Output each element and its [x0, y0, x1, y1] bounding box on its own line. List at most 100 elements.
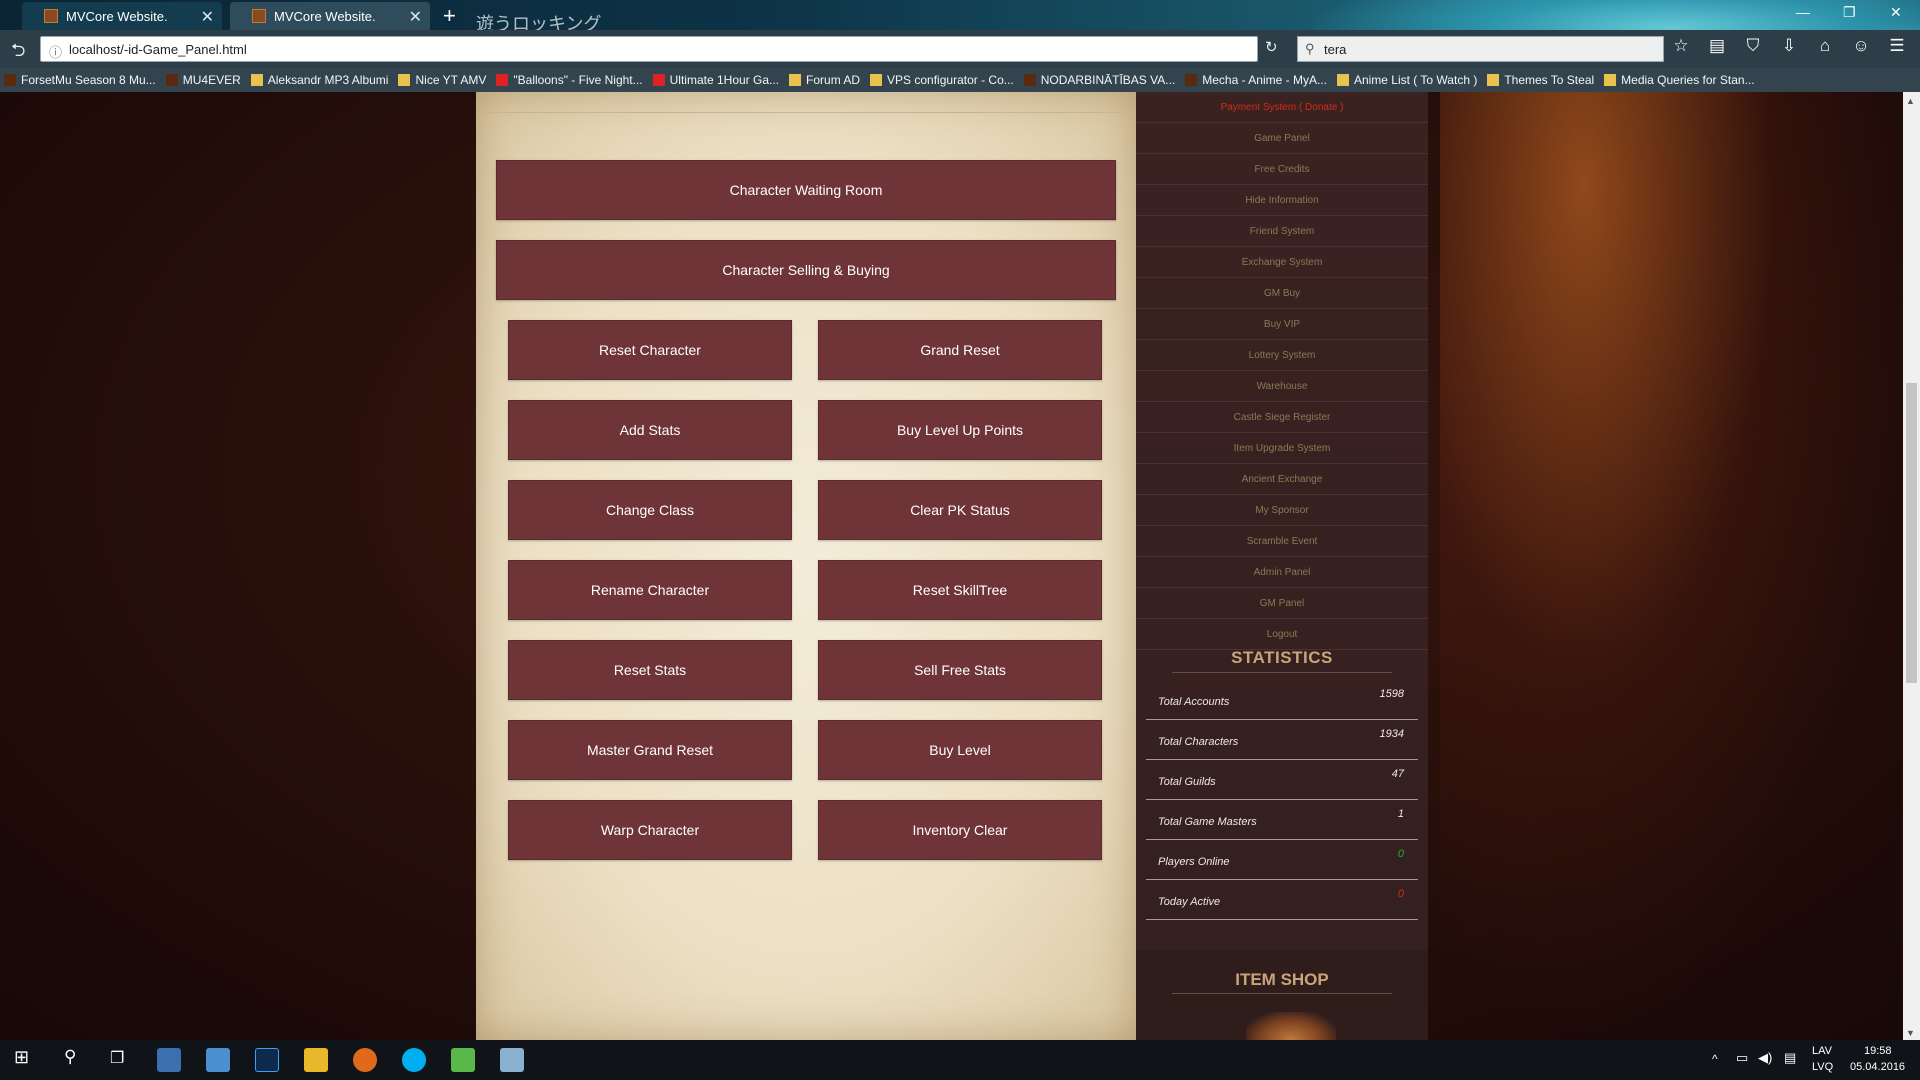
url-bar[interactable]: ⓘ localhost/-id-Game_Panel.html — [40, 36, 1258, 62]
new-tab-icon[interactable]: + — [443, 3, 456, 29]
tab-inactive[interactable]: MVCore Website. ✕ — [22, 2, 222, 30]
bookmark-item[interactable]: "Balloons" - Five Night... — [496, 73, 643, 87]
reset-stats-button[interactable]: Reset Stats — [508, 640, 792, 700]
inventory-clear-button[interactable]: Inventory Clear — [818, 800, 1102, 860]
sidebar-item-hide-information[interactable]: Hide Information — [1136, 185, 1428, 216]
info-icon[interactable]: ⓘ — [49, 42, 62, 61]
bookmark-star-icon[interactable]: ☆ — [1670, 36, 1692, 56]
close-icon[interactable]: ✕ — [409, 7, 422, 27]
reading-list-icon[interactable]: ▤ — [1706, 36, 1728, 56]
sidebar-item-item-upgrade-system[interactable]: Item Upgrade System — [1136, 433, 1428, 464]
bookmark-item[interactable]: Media Queries for Stan... — [1604, 73, 1755, 87]
sell-free-stats-button[interactable]: Sell Free Stats — [818, 640, 1102, 700]
sidebar-item-gm-buy[interactable]: GM Buy — [1136, 278, 1428, 309]
clock-time[interactable]: 19:58 — [1864, 1045, 1892, 1057]
folder-icon — [250, 74, 263, 86]
scroll-down-icon[interactable]: ▼ — [1906, 1028, 1915, 1038]
minimize-icon[interactable]: — — [1796, 4, 1810, 20]
sidebar-item-scramble-event[interactable]: Scramble Event — [1136, 526, 1428, 557]
bookmark-item[interactable]: Ultimate 1Hour Ga... — [652, 73, 779, 87]
bookmark-item[interactable]: Nice YT AMV — [398, 73, 486, 87]
bookmark-item[interactable]: Themes To Steal — [1487, 73, 1594, 87]
bookmark-item[interactable]: Forum AD — [789, 73, 860, 87]
task-view-icon[interactable]: ❐ — [110, 1048, 124, 1068]
sidebar-item-ancient-exchange[interactable]: Ancient Exchange — [1136, 464, 1428, 495]
language-layout[interactable]: LVQ — [1812, 1061, 1833, 1073]
search-input[interactable]: ⚲ tera — [1297, 36, 1664, 62]
bookmark-item[interactable]: Anime List ( To Watch ) — [1336, 73, 1477, 87]
download-icon[interactable]: ⇩ — [1778, 36, 1800, 56]
sidebar-item-admin-panel[interactable]: Admin Panel — [1136, 557, 1428, 588]
maximize-icon[interactable]: ❐ — [1843, 4, 1856, 21]
bookmark-item[interactable]: ForsetMu Season 8 Mu... — [4, 73, 156, 87]
chevron-up-icon[interactable]: ^ — [1712, 1052, 1718, 1066]
sidebar-item-castle-siege-register[interactable]: Castle Siege Register — [1136, 402, 1428, 433]
add-stats-button[interactable]: Add Stats — [508, 400, 792, 460]
reset-skilltree-button[interactable]: Reset SkillTree — [818, 560, 1102, 620]
sidebar-item-payment-system[interactable]: Payment System ( Donate ) — [1136, 92, 1428, 123]
item-shop-image[interactable] — [1246, 1012, 1336, 1040]
toolbar-icons: ☆ ▤ ⛉ ⇩ ⌂ ☺ ☰ — [1670, 36, 1908, 56]
sidebar-item-game-panel[interactable]: Game Panel — [1136, 123, 1428, 154]
volume-icon[interactable]: ◀) — [1758, 1050, 1772, 1066]
sidebar-item-warehouse[interactable]: Warehouse — [1136, 371, 1428, 402]
youtube-icon — [496, 74, 509, 86]
buy-level-up-points-button[interactable]: Buy Level Up Points — [818, 400, 1102, 460]
bookmark-item[interactable]: MU4EVER — [165, 73, 241, 87]
sidebar-item-logout[interactable]: Logout — [1136, 619, 1428, 650]
scroll-up-icon[interactable]: ▲ — [1906, 96, 1915, 106]
notepad-icon[interactable] — [451, 1048, 475, 1072]
warp-character-button[interactable]: Warp Character — [508, 800, 792, 860]
bookmark-item[interactable]: NODARBINĀTĪBAS VA... — [1023, 73, 1175, 87]
file-explorer-icon[interactable] — [304, 1048, 328, 1072]
buy-level-button[interactable]: Buy Level — [818, 720, 1102, 780]
back-icon[interactable]: ⮌ — [11, 38, 25, 68]
language-indicator[interactable]: LAV — [1812, 1045, 1832, 1057]
item-shop-heading: ITEM SHOP — [1235, 970, 1329, 989]
sidebar-menu: Payment System ( Donate ) Game Panel Fre… — [1136, 92, 1428, 650]
sidebar-item-my-sponsor[interactable]: My Sponsor — [1136, 495, 1428, 526]
sidebar-item-friend-system[interactable]: Friend System — [1136, 216, 1428, 247]
clock-date[interactable]: 05.04.2016 — [1850, 1061, 1905, 1073]
reset-character-button[interactable]: Reset Character — [508, 320, 792, 380]
bookmark-item[interactable]: Aleksandr MP3 Albumi — [250, 73, 388, 87]
search-icon[interactable]: ⚲ — [64, 1047, 76, 1067]
character-selling-buying-button[interactable]: Character Selling & Buying — [496, 240, 1116, 300]
divider — [1172, 672, 1392, 673]
stat-value: 1934 — [1379, 728, 1404, 740]
sidebar-item-gm-panel[interactable]: GM Panel — [1136, 588, 1428, 619]
app-icon[interactable] — [500, 1048, 524, 1072]
firefox-icon[interactable] — [353, 1048, 377, 1072]
change-class-button[interactable]: Change Class — [508, 480, 792, 540]
network-icon[interactable]: ▭ — [1736, 1050, 1748, 1066]
stat-row: Total Characters 1934 — [1146, 720, 1418, 760]
bookmark-item[interactable]: VPS configurator - Co... — [870, 73, 1014, 87]
skype-icon[interactable] — [402, 1048, 426, 1072]
stat-value: 47 — [1391, 768, 1404, 780]
master-grand-reset-button[interactable]: Master Grand Reset — [508, 720, 792, 780]
computer-icon[interactable] — [157, 1048, 181, 1072]
close-icon[interactable]: ✕ — [201, 7, 214, 27]
sidebar-item-buy-vip[interactable]: Buy VIP — [1136, 309, 1428, 340]
window-close-icon[interactable]: ✕ — [1890, 4, 1902, 21]
clear-pk-status-button[interactable]: Clear PK Status — [818, 480, 1102, 540]
rename-character-button[interactable]: Rename Character — [508, 560, 792, 620]
smiley-icon[interactable]: ☺ — [1850, 36, 1872, 56]
bookmark-item[interactable]: Mecha - Anime - MyA... — [1185, 73, 1327, 87]
sidebar-item-free-credits[interactable]: Free Credits — [1136, 154, 1428, 185]
mail-icon[interactable] — [206, 1048, 230, 1072]
home-icon[interactable]: ⌂ — [1814, 36, 1836, 56]
pocket-icon[interactable]: ⛉ — [1742, 36, 1764, 56]
stat-label: Total Guilds — [1158, 776, 1216, 788]
character-waiting-room-button[interactable]: Character Waiting Room — [496, 160, 1116, 220]
photoshop-icon[interactable] — [255, 1048, 279, 1072]
grand-reset-button[interactable]: Grand Reset — [818, 320, 1102, 380]
menu-icon[interactable]: ☰ — [1886, 36, 1908, 56]
notification-icon[interactable]: ▤ — [1784, 1050, 1796, 1066]
tab-active[interactable]: MVCore Website. ✕ — [230, 2, 430, 30]
windows-start-icon[interactable]: ⊞ — [14, 1047, 29, 1068]
scrollbar-thumb[interactable] — [1906, 383, 1917, 683]
sidebar-item-lottery-system[interactable]: Lottery System — [1136, 340, 1428, 371]
reload-icon[interactable]: ↻ — [1265, 38, 1278, 56]
sidebar-item-exchange-system[interactable]: Exchange System — [1136, 247, 1428, 278]
